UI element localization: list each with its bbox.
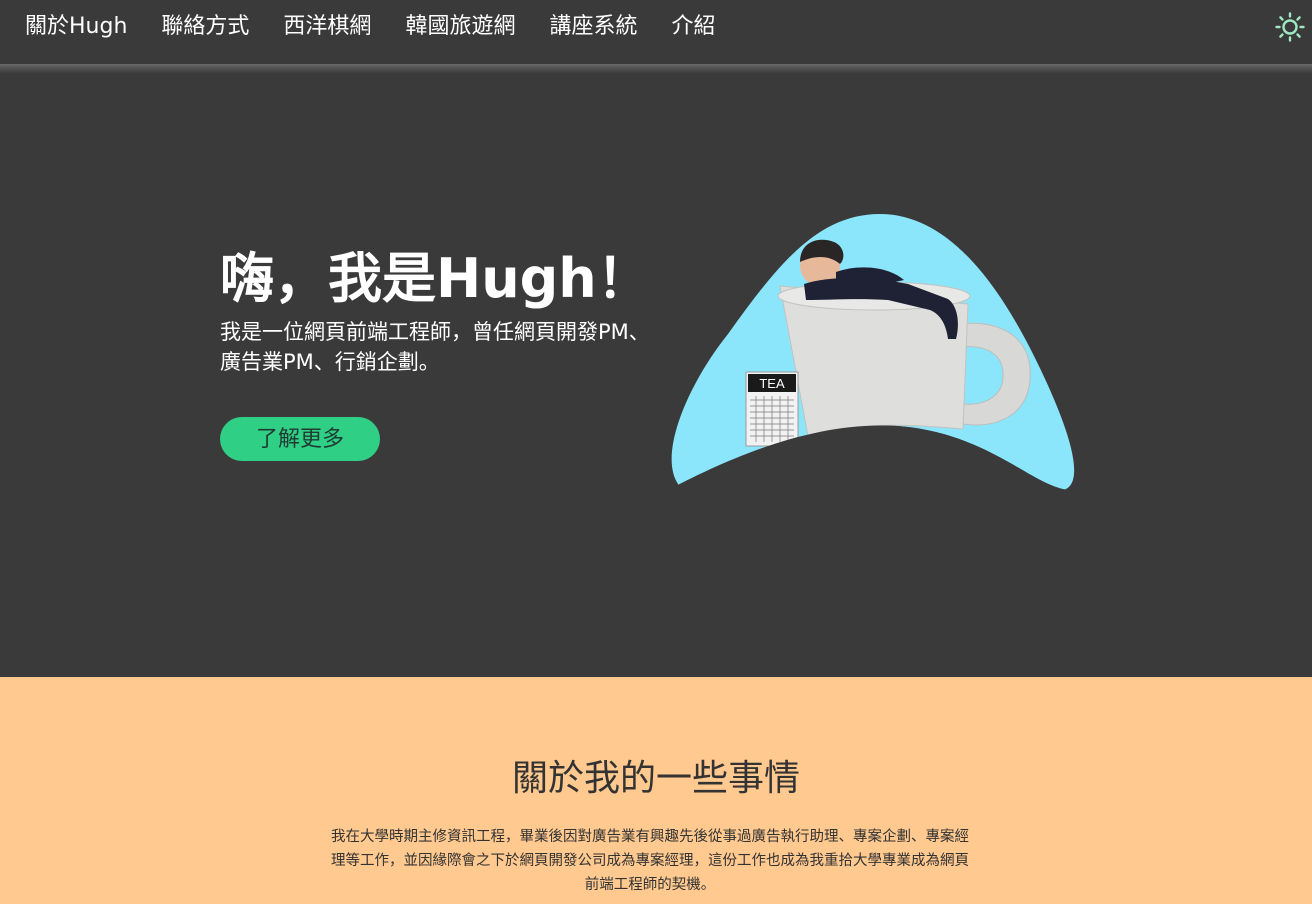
learn-more-button[interactable]: 了解更多 (220, 417, 380, 461)
hero-section: 嗨，我是Hugh！ 我是一位網頁前端工程師，曾任網頁開發PM、廣告業PM、行銷企… (0, 74, 1312, 677)
nav-item-contact[interactable]: 聯絡方式 (161, 12, 249, 42)
about-paragraph: 我在大學時期主修資訊工程，畢業後因對廣告業有興趣先後從事過廣告執行助理、專案企劃… (331, 829, 969, 893)
navbar-shadow (0, 64, 1312, 74)
nav-menu: 關於Hugh 聯絡方式 西洋棋網 韓國旅遊網 講座系統 介紹 (25, 12, 749, 42)
sun-icon (1275, 12, 1305, 42)
about-section: 關於我的一些事情 我在大學時期主修資訊工程，畢業後因對廣告業有興趣先後從事過廣告… (0, 677, 1312, 904)
nav-item-introduction[interactable]: 介紹 (671, 12, 715, 42)
nav-item-lecture-system[interactable]: 講座系統 (549, 12, 637, 42)
hero-portrait-image: TEA (668, 214, 1080, 494)
hero-title: 嗨，我是Hugh！ (220, 247, 651, 310)
theme-toggle-button[interactable] (1274, 11, 1306, 43)
nav-item-about-hugh[interactable]: 關於Hugh (25, 12, 127, 42)
hero-subtitle: 我是一位網頁前端工程師，曾任網頁開發PM、廣告業PM、行銷企劃。 (220, 320, 650, 374)
nav-item-chess-site[interactable]: 西洋棋網 (283, 12, 371, 42)
top-navbar: 關於Hugh 聯絡方式 西洋棋網 韓國旅遊網 講座系統 介紹 (0, 0, 1312, 68)
about-title: 關於我的一些事情 (511, 758, 800, 799)
nav-item-korea-travel[interactable]: 韓國旅遊網 (405, 12, 515, 42)
tea-box-label: TEA (759, 376, 785, 391)
